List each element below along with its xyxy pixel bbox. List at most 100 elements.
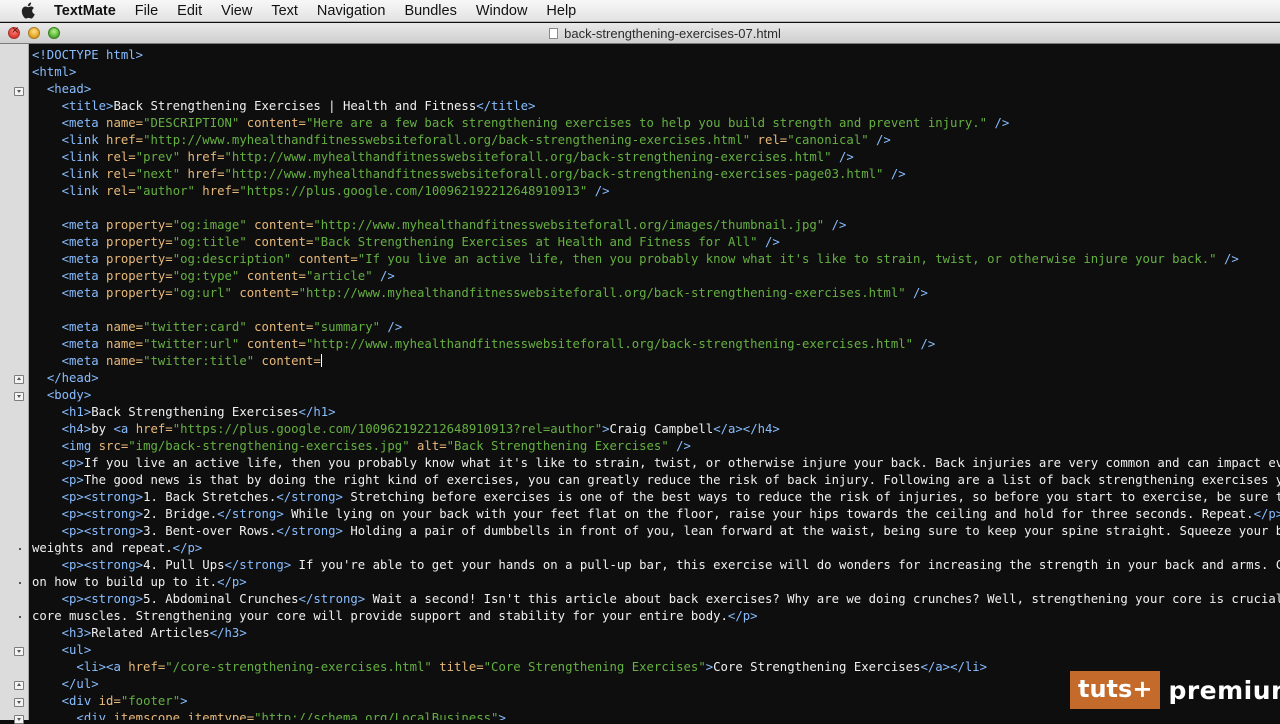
code-token: /> xyxy=(883,167,906,181)
tuts-badge: tuts+ xyxy=(1070,671,1161,709)
code-token: <html> xyxy=(32,65,77,79)
menu-navigation[interactable]: Navigation xyxy=(317,3,386,19)
code-line[interactable]: <meta name="DESCRIPTION" content="Here a… xyxy=(32,115,1280,132)
code-token: "og:type" xyxy=(172,269,240,283)
code-line[interactable]: <p>The good news is that by doing the ri… xyxy=(32,472,1280,489)
code-line[interactable]: <p><strong>5. Abdominal Crunches</strong… xyxy=(32,591,1280,608)
code-line[interactable]: </head> xyxy=(32,370,1280,387)
code-line[interactable]: <meta property="og:description" content=… xyxy=(32,251,1280,268)
code-line[interactable]: <head> xyxy=(32,81,1280,98)
editor-gutter[interactable] xyxy=(0,44,29,724)
fold-toggle-icon[interactable] xyxy=(14,647,24,656)
code-line[interactable]: <h3>Related Articles</h3> xyxy=(32,625,1280,642)
code-token: <link xyxy=(61,184,107,198)
code-editor[interactable]: <!DOCTYPE html> <html> <head> <title>Back… xyxy=(29,44,1280,720)
code-token: title= xyxy=(431,660,484,674)
code-token: While lying on your back with your feet … xyxy=(283,507,1254,521)
code-line[interactable] xyxy=(32,200,1280,217)
code-line[interactable]: weights and repeat.</p> xyxy=(32,540,1280,557)
code-line[interactable]: <meta name="twitter:title" content= xyxy=(32,353,1280,370)
code-token: content= xyxy=(254,354,321,368)
code-line[interactable]: <link rel="author" href="https://plus.go… xyxy=(32,183,1280,200)
code-token: "next" xyxy=(135,167,181,181)
menu-text[interactable]: Text xyxy=(271,3,298,19)
fold-toggle-icon[interactable] xyxy=(14,375,24,384)
fold-toggle-icon[interactable] xyxy=(14,681,24,690)
menu-edit[interactable]: Edit xyxy=(177,3,202,19)
code-line[interactable]: <meta name="twitter:url" content="http:/… xyxy=(32,336,1280,353)
app-name-menu[interactable]: TextMate xyxy=(54,3,116,19)
code-line[interactable]: <link rel="next" href="http://www.myheal… xyxy=(32,166,1280,183)
menu-view[interactable]: View xyxy=(221,3,252,19)
code-token: <li><a xyxy=(76,660,129,674)
code-token: "author" xyxy=(135,184,195,198)
code-token: /> xyxy=(1216,252,1239,266)
code-line[interactable]: <ul> xyxy=(32,642,1280,659)
code-token: "http://www.myhealthandfitnesswebsitefor… xyxy=(298,286,906,300)
code-lines: <!DOCTYPE html> <html> <head> <title>Back… xyxy=(32,47,1280,720)
code-line[interactable]: <p><strong>1. Back Stretches.</strong> S… xyxy=(32,489,1280,506)
fold-toggle-icon[interactable] xyxy=(14,87,24,96)
code-token: "https://plus.google.com/100962192212648… xyxy=(172,422,603,436)
menu-window[interactable]: Window xyxy=(476,3,528,19)
code-line[interactable]: <h1>Back Strengthening Exercises</h1> xyxy=(32,404,1280,421)
menu-bundles[interactable]: Bundles xyxy=(404,3,456,19)
code-token: name= xyxy=(106,116,144,130)
code-token: "http://www.myhealthandfitnesswebsitefor… xyxy=(224,167,884,181)
code-token: /> xyxy=(868,133,891,147)
code-token: /> xyxy=(757,235,780,249)
code-line[interactable]: <body> xyxy=(32,387,1280,404)
code-line[interactable]: <html> xyxy=(32,64,1280,81)
code-token: <p><strong> xyxy=(61,490,144,504)
code-line[interactable] xyxy=(32,302,1280,319)
code-line[interactable]: <p><strong>3. Bent-over Rows.</strong> H… xyxy=(32,523,1280,540)
code-token: href= xyxy=(194,184,240,198)
code-line[interactable]: <p><strong>2. Bridge.</strong> While lyi… xyxy=(32,506,1280,523)
code-line[interactable]: core muscles. Strengthening your core wi… xyxy=(32,608,1280,625)
code-line[interactable]: <title>Back Strengthening Exercises | He… xyxy=(32,98,1280,115)
apple-icon[interactable] xyxy=(0,2,54,19)
code-token: name= xyxy=(106,354,144,368)
fold-toggle-icon[interactable] xyxy=(14,698,24,707)
code-token: weights and repeat. xyxy=(32,541,173,555)
code-token: content= xyxy=(239,116,306,130)
code-line[interactable]: <link href="http://www.myhealthandfitnes… xyxy=(32,132,1280,149)
code-line[interactable]: <p><strong>4. Pull Ups</strong> If you'r… xyxy=(32,557,1280,574)
code-token: "Back Strengthening Exercises at Health … xyxy=(313,235,758,249)
code-line[interactable]: on how to build up to it.</p> xyxy=(32,574,1280,591)
code-line[interactable]: <div itemscope itemtype="http://schema.o… xyxy=(32,710,1280,720)
code-line[interactable]: <h4>by <a href="https://plus.google.com/… xyxy=(32,421,1280,438)
code-line[interactable]: <meta property="og:image" content="http:… xyxy=(32,217,1280,234)
code-line[interactable]: <link rel="prev" href="http://www.myheal… xyxy=(32,149,1280,166)
code-token: <p><strong> xyxy=(61,507,144,521)
code-token: <meta xyxy=(61,286,107,300)
code-token: "http://schema.org/LocalBusiness" xyxy=(254,711,499,720)
code-token: id= xyxy=(98,694,121,708)
code-token: <meta xyxy=(61,320,107,334)
code-line[interactable]: <meta property="og:url" content="http://… xyxy=(32,285,1280,302)
code-line[interactable]: <meta property="og:type" content="articl… xyxy=(32,268,1280,285)
code-token: "canonical" xyxy=(787,133,869,147)
menu-help[interactable]: Help xyxy=(546,3,576,19)
tuts-premium-logo: tuts+ premium xyxy=(1070,670,1280,710)
code-line[interactable]: <img src="img/back-strengthening-exercis… xyxy=(32,438,1280,455)
document-name: back-strengthening-exercises-07.html xyxy=(564,26,781,41)
window-title-bar[interactable]: × back-strengthening-exercises-07.html xyxy=(0,23,1280,44)
code-line[interactable]: <!DOCTYPE html> xyxy=(32,47,1280,64)
code-line[interactable]: <meta name="twitter:card" content="summa… xyxy=(32,319,1280,336)
code-token: If you're able to get your hands on a pu… xyxy=(291,558,1280,572)
fold-toggle-icon[interactable] xyxy=(14,392,24,401)
code-token: property= xyxy=(106,269,173,283)
code-line[interactable]: <meta property="og:title" content="Back … xyxy=(32,234,1280,251)
code-token: rel= xyxy=(106,150,136,164)
code-token: The good news is that by doing the right… xyxy=(83,473,1280,487)
menu-file[interactable]: File xyxy=(135,3,158,19)
code-line[interactable]: <p>If you live an active life, then you … xyxy=(32,455,1280,472)
code-token: 5. Abdominal Crunches xyxy=(143,592,299,606)
code-token: /> xyxy=(831,150,854,164)
code-token: <meta xyxy=(61,235,107,249)
code-token: <meta xyxy=(61,218,107,232)
